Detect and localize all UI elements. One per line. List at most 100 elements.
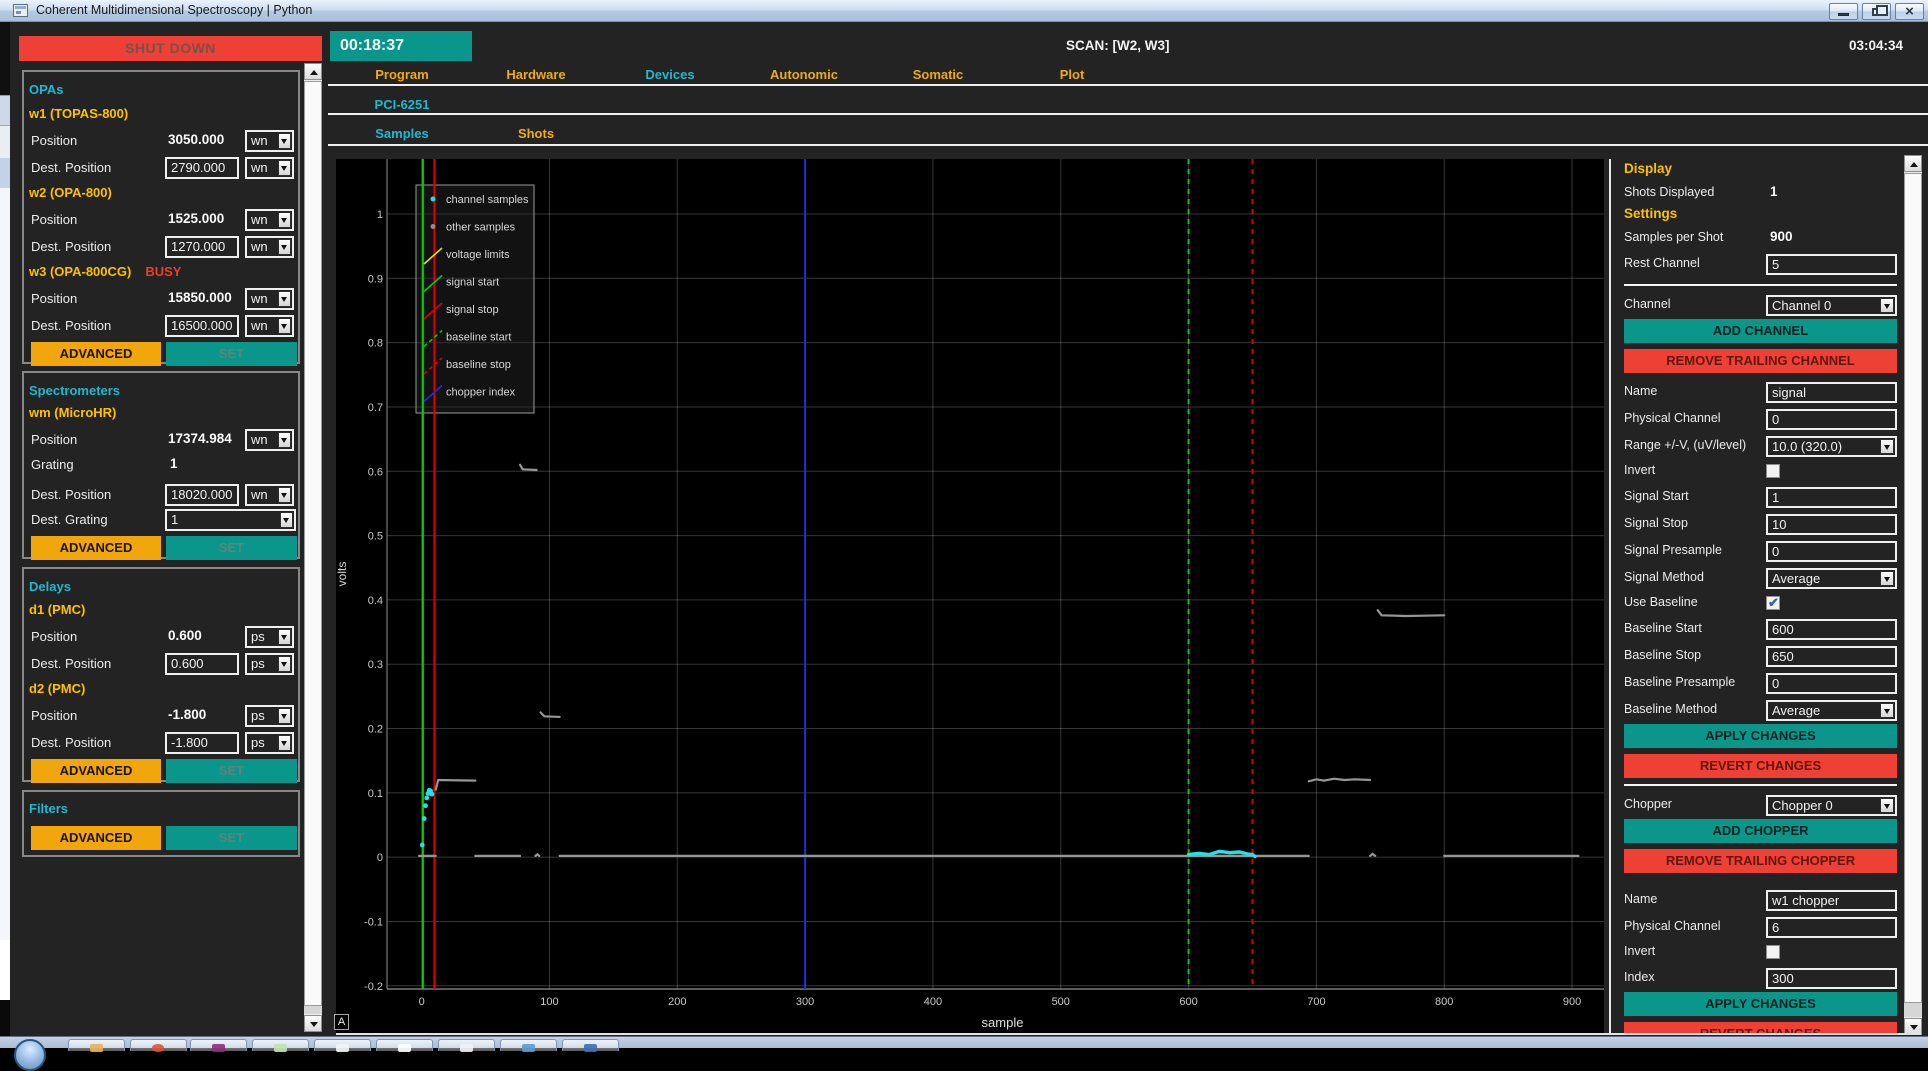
sidebar-scrollbar[interactable] [304,63,322,1032]
d2-position-units[interactable]: ps [245,705,294,727]
filters-advanced-button[interactable]: ADVANCED [31,826,161,850]
titlebar[interactable]: Coherent Multidimensional Spectroscopy |… [0,0,1928,22]
chopper-index-input[interactable]: 300 [1766,968,1897,989]
revert-changes-button[interactable]: REVERT CHANGES [1624,754,1897,778]
signal-presample-input[interactable]: 0 [1766,541,1897,562]
taskbar-button[interactable] [252,1039,309,1051]
opa-w1-dest-input[interactable]: 2790.000 [165,157,239,179]
dropdown-arrow-icon[interactable] [1880,798,1894,813]
spectrometers-advanced-button[interactable]: ADVANCED [31,536,161,560]
scroll-down-icon[interactable] [304,1015,322,1032]
dropdown-arrow-icon[interactable] [1880,439,1894,454]
apply-changes-button[interactable]: APPLY CHANGES [1624,724,1897,748]
dropdown-arrow-icon[interactable] [1880,703,1894,718]
opa-w1-dest-units[interactable]: wn [245,157,294,179]
chopper-apply-changes-button[interactable]: APPLY CHANGES [1624,992,1897,1016]
dropdown-arrow-icon[interactable] [278,735,291,751]
close-button[interactable]: × [1895,3,1924,20]
delays-set-button[interactable]: SET [166,759,297,783]
dropdown-arrow-icon[interactable] [1880,571,1894,586]
baseline-method-select[interactable]: Average [1766,700,1897,721]
opa-w2-position-units[interactable]: wn [245,209,294,231]
chopper-select[interactable]: Chopper 0 [1766,795,1897,816]
wm-position-units[interactable]: wn [245,429,294,451]
opa-w3-dest-input[interactable]: 16500.000 [165,315,239,337]
opas-advanced-button[interactable]: ADVANCED [31,342,161,366]
dropdown-arrow-icon[interactable] [278,432,291,448]
d2-dest-input[interactable]: -1.800 [165,732,239,754]
scroll-up-icon[interactable] [304,63,322,80]
dropdown-arrow-icon[interactable] [278,708,291,724]
dropdown-arrow-icon[interactable] [278,212,291,228]
chopper-invert-checkbox[interactable] [1766,945,1780,959]
opa-w3-position-units[interactable]: wn [245,288,294,310]
right-panel-scrollbar-thumb[interactable] [1904,173,1922,1003]
baseline-presample-input[interactable]: 0 [1766,673,1897,694]
remove-trailing-chopper-button[interactable]: REMOVE TRAILING CHOPPER [1624,849,1897,873]
d1-dest-units[interactable]: ps [245,653,294,675]
restore-button[interactable] [1862,3,1891,20]
opa-w2-dest-units[interactable]: wn [245,236,294,258]
delays-advanced-button[interactable]: ADVANCED [31,759,161,783]
tab-devices[interactable]: Devices [603,67,737,82]
tab-pci-6251[interactable]: PCI-6251 [335,97,469,112]
channel-name-input[interactable]: signal [1766,382,1897,403]
opa-w2-dest-input[interactable]: 1270.000 [165,236,239,258]
shutdown-button[interactable]: SHUT DOWN [19,36,322,61]
taskbar-button[interactable] [438,1039,495,1051]
taskbar-button[interactable] [500,1039,557,1051]
opa-w1-position-units[interactable]: wn [245,130,294,152]
use-baseline-checkbox[interactable] [1766,596,1780,610]
taskbar-button[interactable] [376,1039,433,1051]
minimize-button[interactable] [1829,3,1858,20]
taskbar-button[interactable] [314,1039,371,1051]
add-channel-button[interactable]: ADD CHANNEL [1624,319,1897,343]
autoscale-button[interactable]: A [334,1014,349,1030]
d1-dest-input[interactable]: 0.600 [165,653,239,675]
opas-set-button[interactable]: SET [166,342,297,366]
d2-dest-units[interactable]: ps [245,732,294,754]
right-panel-scrollbar[interactable] [1904,155,1922,1035]
range-select[interactable]: 10.0 (320.0) [1766,436,1897,457]
physical-channel-input[interactable]: 0 [1766,409,1897,430]
dropdown-arrow-icon[interactable] [278,318,291,334]
taskbar-button[interactable] [562,1039,619,1051]
start-button[interactable] [14,1039,46,1071]
dropdown-arrow-icon[interactable] [278,160,291,176]
opa-w3-dest-units[interactable]: wn [245,315,294,337]
remove-trailing-channel-button[interactable]: REMOVE TRAILING CHANNEL [1624,349,1897,373]
taskbar-button[interactable] [68,1039,125,1051]
add-chopper-button[interactable]: ADD CHOPPER [1624,819,1897,843]
tab-hardware[interactable]: Hardware [469,67,603,82]
invert-checkbox[interactable] [1766,464,1780,478]
signal-start-input[interactable]: 1 [1766,487,1897,508]
tab-plot[interactable]: Plot [1005,67,1139,82]
baseline-start-input[interactable]: 600 [1766,619,1897,640]
filters-set-button[interactable]: SET [166,826,297,850]
channel-select[interactable]: Channel 0 [1766,295,1897,316]
wm-dest-grating-select[interactable]: 1 [165,509,296,531]
dropdown-arrow-icon[interactable] [1880,298,1894,313]
rest-channel-input[interactable]: 5 [1766,254,1897,275]
wm-dest-units[interactable]: wn [245,484,294,506]
tab-shots[interactable]: Shots [469,126,603,141]
d1-position-units[interactable]: ps [245,626,294,648]
tab-autonomic[interactable]: Autonomic [737,67,871,82]
taskbar-button[interactable] [130,1039,187,1051]
sidebar-scrollbar-thumb[interactable] [304,81,322,1006]
dropdown-arrow-icon[interactable] [278,629,291,645]
chopper-physical-channel-input[interactable]: 6 [1766,917,1897,938]
dropdown-arrow-icon[interactable] [278,487,291,503]
taskbar[interactable] [0,1036,1928,1048]
dropdown-arrow-icon[interactable] [278,291,291,307]
scroll-up-icon[interactable] [1904,155,1922,172]
tab-samples[interactable]: Samples [335,126,469,141]
dropdown-arrow-icon[interactable] [278,656,291,672]
taskbar-button[interactable] [190,1039,247,1051]
samples-plot[interactable]: -0.2-0.100.10.20.30.40.50.60.70.80.91010… [336,159,1604,1035]
spectrometers-set-button[interactable]: SET [166,536,297,560]
dropdown-arrow-icon[interactable] [278,239,291,255]
chopper-name-input[interactable]: w1 chopper [1766,890,1897,911]
baseline-stop-input[interactable]: 650 [1766,646,1897,667]
signal-method-select[interactable]: Average [1766,568,1897,589]
